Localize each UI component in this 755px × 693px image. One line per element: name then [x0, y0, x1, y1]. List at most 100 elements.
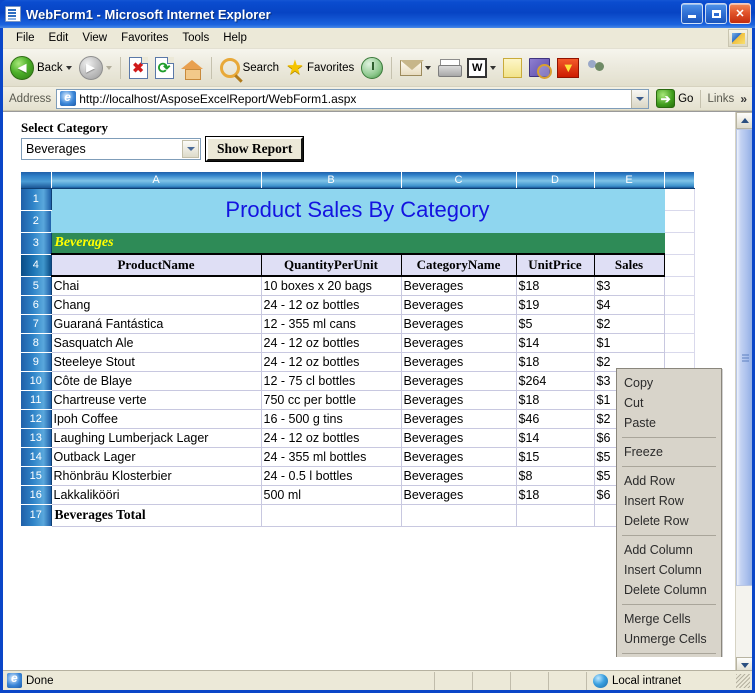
header-cell-sales[interactable]: Sales	[593, 253, 665, 277]
search-button[interactable]: Search	[217, 53, 282, 83]
cell-f[interactable]	[663, 332, 695, 353]
context-menu-item-delete-row[interactable]: Delete Row	[617, 511, 721, 531]
close-button[interactable]: ✕	[729, 3, 751, 24]
header-cell-quantityperunit[interactable]: QuantityPerUnit	[260, 253, 402, 277]
report-title-cell[interactable]: Product Sales By Category	[50, 187, 665, 233]
vertical-scroll-thumb[interactable]	[736, 129, 752, 586]
address-input[interactable]: http://localhost/AsposeExcelReport/WebFo…	[56, 88, 650, 109]
cell-product[interactable]: Chang	[50, 294, 262, 315]
cell-price[interactable]: $46	[515, 408, 595, 429]
cell-product[interactable]: Lakkalikööri	[50, 484, 262, 505]
print-button[interactable]	[435, 53, 463, 83]
select-all-corner[interactable]	[21, 172, 52, 189]
cell-f[interactable]	[663, 275, 695, 296]
forward-button[interactable]: ►	[76, 53, 115, 83]
total-label-cell[interactable]: Beverages Total	[50, 503, 262, 527]
cell-category[interactable]: Beverages	[400, 313, 517, 334]
row-header-8[interactable]: 8	[21, 333, 52, 353]
forward-dropdown-icon[interactable]	[105, 65, 112, 70]
cell-product[interactable]: Chai	[50, 275, 262, 296]
people-button[interactable]	[583, 53, 611, 83]
context-menu-item-add-row[interactable]: Add Row	[617, 471, 721, 491]
back-button[interactable]: ◄ Back	[7, 53, 75, 83]
show-report-button[interactable]: Show Report	[206, 137, 304, 161]
row-header-12[interactable]: 12	[21, 409, 52, 429]
cell-product[interactable]: Guaraná Fantástica	[50, 313, 262, 334]
vertical-scrollbar[interactable]	[735, 112, 752, 673]
msn-button[interactable]: ▼	[554, 53, 582, 83]
cell-price[interactable]: $14	[515, 332, 595, 353]
minimize-button[interactable]	[681, 3, 703, 24]
cell-product[interactable]: Ipoh Coffee	[50, 408, 262, 429]
context-menu-item-copy[interactable]: Copy	[617, 373, 721, 393]
refresh-button[interactable]: ⟳	[152, 53, 177, 83]
menu-item-help[interactable]: Help	[216, 30, 254, 46]
cell-qty[interactable]: 12 - 355 ml cans	[260, 313, 402, 334]
row-header-10[interactable]: 10	[21, 371, 52, 391]
cell-qty[interactable]: 24 - 12 oz bottles	[260, 294, 402, 315]
column-header-f[interactable]	[664, 172, 695, 189]
row-header-1[interactable]: 1	[21, 188, 52, 211]
cell-product[interactable]: Chartreuse verte	[50, 389, 262, 410]
row-header-6[interactable]: 6	[21, 295, 52, 315]
stop-button[interactable]: ✖	[126, 53, 151, 83]
context-menu-item-unmerge-cells[interactable]: Unmerge Cells	[617, 629, 721, 649]
messenger-button[interactable]	[500, 53, 525, 83]
header-cell-productname[interactable]: ProductName	[50, 253, 262, 277]
go-button[interactable]: ➔ Go	[652, 89, 697, 108]
row-header-15[interactable]: 15	[21, 466, 52, 486]
context-menu-item-paste[interactable]: Paste	[617, 413, 721, 433]
category-select[interactable]: Beverages	[21, 138, 201, 160]
total-qty-cell[interactable]	[260, 503, 402, 527]
address-dropdown-button[interactable]	[631, 89, 649, 108]
security-zone[interactable]: Local intranet	[586, 671, 736, 690]
row-header-2[interactable]: 2	[21, 210, 52, 233]
cell-category[interactable]: Beverages	[400, 332, 517, 353]
edit-button[interactable]: W	[464, 53, 499, 83]
column-header-b[interactable]: B	[261, 172, 402, 189]
cell-qty[interactable]: 24 - 12 oz bottles	[260, 332, 402, 353]
row-header-17[interactable]: 17	[21, 504, 52, 527]
cell-sales[interactable]: $2	[593, 313, 665, 334]
favorites-button[interactable]: ★ Favorites	[283, 53, 357, 83]
cell-category[interactable]: Beverages	[400, 465, 517, 486]
cell-product[interactable]: Laughing Lumberjack Lager	[50, 427, 262, 448]
row-header-13[interactable]: 13	[21, 428, 52, 448]
cell-f2[interactable]	[663, 209, 695, 233]
cell-category[interactable]: Beverages	[400, 427, 517, 448]
column-header-a[interactable]: A	[51, 172, 262, 189]
column-header-d[interactable]: D	[516, 172, 595, 189]
history-button[interactable]	[358, 53, 386, 83]
menu-item-tools[interactable]: Tools	[175, 30, 216, 46]
cell-product[interactable]: Sasquatch Ale	[50, 332, 262, 353]
category-banner-cell[interactable]: Beverages	[50, 231, 665, 255]
total-category-cell[interactable]	[400, 503, 517, 527]
cell-price[interactable]: $18	[515, 351, 595, 372]
column-header-c[interactable]: C	[401, 172, 517, 189]
context-menu-item-insert-row[interactable]: Insert Row	[617, 491, 721, 511]
cell-category[interactable]: Beverages	[400, 446, 517, 467]
mail-button[interactable]	[397, 53, 434, 83]
cell-qty[interactable]: 24 - 0.5 l bottles	[260, 465, 402, 486]
menu-item-favorites[interactable]: Favorites	[114, 30, 175, 46]
links-label[interactable]: Links	[704, 93, 737, 105]
row-header-4[interactable]: 4	[21, 254, 52, 277]
resize-grip[interactable]	[736, 673, 750, 688]
cell-f[interactable]	[663, 313, 695, 334]
cell-category[interactable]: Beverages	[400, 484, 517, 505]
cell-sales[interactable]: $1	[593, 332, 665, 353]
cell-category[interactable]: Beverages	[400, 294, 517, 315]
cell-category[interactable]: Beverages	[400, 351, 517, 372]
context-menu-item-insert-column[interactable]: Insert Column	[617, 560, 721, 580]
cell-category[interactable]: Beverages	[400, 408, 517, 429]
cell-qty[interactable]: 12 - 75 cl bottles	[260, 370, 402, 391]
cell-price[interactable]: $14	[515, 427, 595, 448]
cell-f4[interactable]	[663, 253, 695, 277]
cell-f1[interactable]	[663, 187, 695, 211]
cell-product[interactable]: Outback Lager	[50, 446, 262, 467]
cell-qty[interactable]: 24 - 12 oz bottles	[260, 351, 402, 372]
cell-price[interactable]: $19	[515, 294, 595, 315]
cell-qty[interactable]: 16 - 500 g tins	[260, 408, 402, 429]
row-header-7[interactable]: 7	[21, 314, 52, 334]
cell-category[interactable]: Beverages	[400, 275, 517, 296]
